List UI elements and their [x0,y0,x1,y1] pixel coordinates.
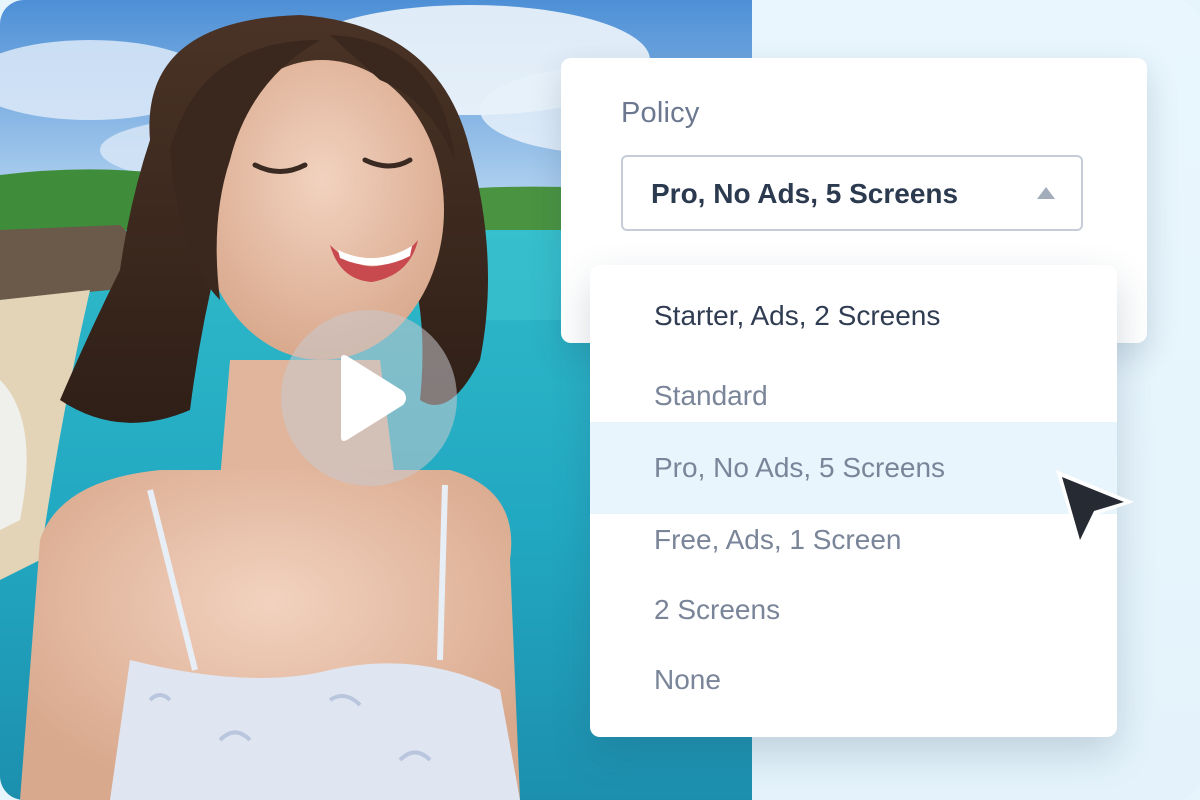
dropdown-option-pro[interactable]: Pro, No Ads, 5 Screens [590,422,1117,514]
app-frame: Policy Pro, No Ads, 5 Screens Starter, A… [0,0,1200,800]
policy-label: Policy [621,97,700,129]
policy-selected-value: Pro, No Ads, 5 Screens [651,178,959,209]
policy-dropdown-menu: Starter, Ads, 2 Screens Standard Pro, No… [590,265,1117,737]
dropdown-option-2-screens[interactable]: 2 Screens [590,575,1117,645]
play-icon [341,355,406,441]
dropdown-option-standard[interactable]: Standard [590,361,1117,431]
dropdown-option-none[interactable]: None [590,645,1117,715]
caret-up-icon [1037,187,1055,199]
dropdown-option-free[interactable]: Free, Ads, 1 Screen [590,505,1117,575]
play-button[interactable] [281,310,457,486]
dropdown-option-starter[interactable]: Starter, Ads, 2 Screens [590,281,1117,351]
policy-select[interactable]: Pro, No Ads, 5 Screens [621,155,1083,231]
